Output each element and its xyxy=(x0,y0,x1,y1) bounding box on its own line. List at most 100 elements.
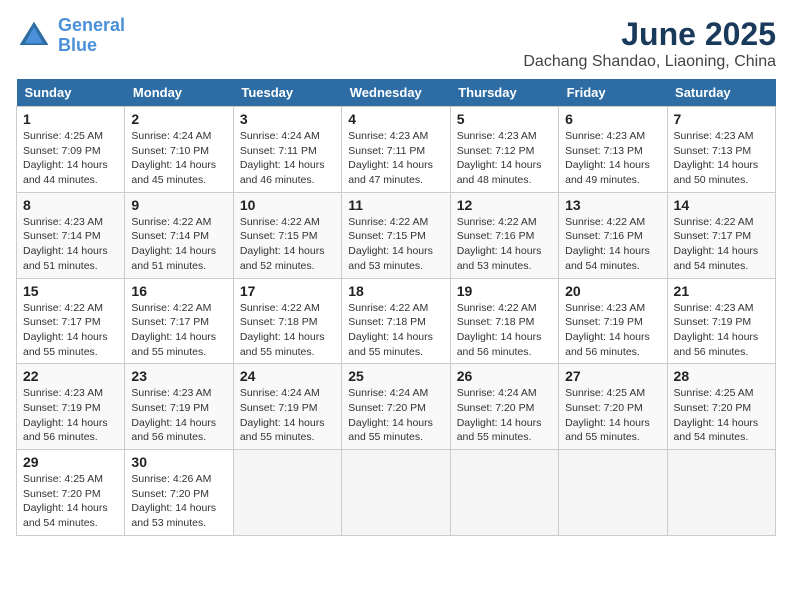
day-info: Sunrise: 4:23 AMSunset: 7:19 PMDaylight:… xyxy=(674,302,759,358)
table-row: 3 Sunrise: 4:24 AMSunset: 7:11 PMDayligh… xyxy=(233,107,341,193)
day-number: 5 xyxy=(457,111,552,127)
table-row: 18 Sunrise: 4:22 AMSunset: 7:18 PMDaylig… xyxy=(342,278,450,364)
logo: General Blue xyxy=(16,16,125,56)
header-row: Sunday Monday Tuesday Wednesday Thursday… xyxy=(17,79,776,107)
col-tuesday: Tuesday xyxy=(233,79,341,107)
day-number: 1 xyxy=(23,111,118,127)
table-row: 30 Sunrise: 4:26 AMSunset: 7:20 PMDaylig… xyxy=(125,450,233,536)
title-area: June 2025 Dachang Shandao, Liaoning, Chi… xyxy=(523,16,776,71)
day-number: 30 xyxy=(131,454,226,470)
day-number: 6 xyxy=(565,111,660,127)
day-info: Sunrise: 4:22 AMSunset: 7:14 PMDaylight:… xyxy=(131,216,216,272)
table-row xyxy=(342,450,450,536)
day-number: 12 xyxy=(457,197,552,213)
day-info: Sunrise: 4:22 AMSunset: 7:16 PMDaylight:… xyxy=(457,216,542,272)
table-row: 15 Sunrise: 4:22 AMSunset: 7:17 PMDaylig… xyxy=(17,278,125,364)
day-number: 18 xyxy=(348,283,443,299)
page-header: General Blue June 2025 Dachang Shandao, … xyxy=(16,16,776,71)
day-info: Sunrise: 4:23 AMSunset: 7:14 PMDaylight:… xyxy=(23,216,108,272)
table-row: 25 Sunrise: 4:24 AMSunset: 7:20 PMDaylig… xyxy=(342,364,450,450)
day-info: Sunrise: 4:24 AMSunset: 7:20 PMDaylight:… xyxy=(348,387,433,443)
table-row: 22 Sunrise: 4:23 AMSunset: 7:19 PMDaylig… xyxy=(17,364,125,450)
table-row xyxy=(233,450,341,536)
day-info: Sunrise: 4:24 AMSunset: 7:19 PMDaylight:… xyxy=(240,387,325,443)
logo-text: General Blue xyxy=(58,16,125,56)
calendar-week-row: 29 Sunrise: 4:25 AMSunset: 7:20 PMDaylig… xyxy=(17,450,776,536)
day-info: Sunrise: 4:22 AMSunset: 7:17 PMDaylight:… xyxy=(131,302,216,358)
day-info: Sunrise: 4:22 AMSunset: 7:16 PMDaylight:… xyxy=(565,216,650,272)
table-row: 24 Sunrise: 4:24 AMSunset: 7:19 PMDaylig… xyxy=(233,364,341,450)
day-number: 2 xyxy=(131,111,226,127)
day-number: 23 xyxy=(131,368,226,384)
col-thursday: Thursday xyxy=(450,79,558,107)
table-row: 29 Sunrise: 4:25 AMSunset: 7:20 PMDaylig… xyxy=(17,450,125,536)
day-number: 22 xyxy=(23,368,118,384)
table-row: 21 Sunrise: 4:23 AMSunset: 7:19 PMDaylig… xyxy=(667,278,775,364)
day-info: Sunrise: 4:22 AMSunset: 7:18 PMDaylight:… xyxy=(348,302,433,358)
day-number: 25 xyxy=(348,368,443,384)
table-row: 2 Sunrise: 4:24 AMSunset: 7:10 PMDayligh… xyxy=(125,107,233,193)
table-row: 14 Sunrise: 4:22 AMSunset: 7:17 PMDaylig… xyxy=(667,192,775,278)
day-info: Sunrise: 4:25 AMSunset: 7:20 PMDaylight:… xyxy=(23,473,108,529)
location-title: Dachang Shandao, Liaoning, China xyxy=(523,53,776,71)
table-row: 20 Sunrise: 4:23 AMSunset: 7:19 PMDaylig… xyxy=(559,278,667,364)
day-info: Sunrise: 4:23 AMSunset: 7:11 PMDaylight:… xyxy=(348,130,433,186)
day-number: 11 xyxy=(348,197,443,213)
calendar-week-row: 15 Sunrise: 4:22 AMSunset: 7:17 PMDaylig… xyxy=(17,278,776,364)
day-number: 26 xyxy=(457,368,552,384)
day-number: 19 xyxy=(457,283,552,299)
day-info: Sunrise: 4:25 AMSunset: 7:09 PMDaylight:… xyxy=(23,130,108,186)
day-info: Sunrise: 4:23 AMSunset: 7:19 PMDaylight:… xyxy=(131,387,216,443)
day-info: Sunrise: 4:22 AMSunset: 7:15 PMDaylight:… xyxy=(348,216,433,272)
day-number: 3 xyxy=(240,111,335,127)
day-number: 14 xyxy=(674,197,769,213)
day-number: 29 xyxy=(23,454,118,470)
day-info: Sunrise: 4:24 AMSunset: 7:10 PMDaylight:… xyxy=(131,130,216,186)
table-row: 11 Sunrise: 4:22 AMSunset: 7:15 PMDaylig… xyxy=(342,192,450,278)
day-number: 21 xyxy=(674,283,769,299)
table-row: 26 Sunrise: 4:24 AMSunset: 7:20 PMDaylig… xyxy=(450,364,558,450)
day-info: Sunrise: 4:22 AMSunset: 7:18 PMDaylight:… xyxy=(240,302,325,358)
col-wednesday: Wednesday xyxy=(342,79,450,107)
day-number: 27 xyxy=(565,368,660,384)
table-row: 8 Sunrise: 4:23 AMSunset: 7:14 PMDayligh… xyxy=(17,192,125,278)
logo-blue: Blue xyxy=(58,35,97,55)
col-saturday: Saturday xyxy=(667,79,775,107)
day-info: Sunrise: 4:23 AMSunset: 7:19 PMDaylight:… xyxy=(565,302,650,358)
day-info: Sunrise: 4:22 AMSunset: 7:15 PMDaylight:… xyxy=(240,216,325,272)
table-row: 5 Sunrise: 4:23 AMSunset: 7:12 PMDayligh… xyxy=(450,107,558,193)
month-title: June 2025 xyxy=(523,16,776,53)
day-number: 24 xyxy=(240,368,335,384)
col-sunday: Sunday xyxy=(17,79,125,107)
calendar-week-row: 1 Sunrise: 4:25 AMSunset: 7:09 PMDayligh… xyxy=(17,107,776,193)
logo-icon xyxy=(16,18,52,54)
day-number: 9 xyxy=(131,197,226,213)
table-row xyxy=(559,450,667,536)
table-row: 17 Sunrise: 4:22 AMSunset: 7:18 PMDaylig… xyxy=(233,278,341,364)
table-row: 19 Sunrise: 4:22 AMSunset: 7:18 PMDaylig… xyxy=(450,278,558,364)
day-number: 28 xyxy=(674,368,769,384)
table-row: 28 Sunrise: 4:25 AMSunset: 7:20 PMDaylig… xyxy=(667,364,775,450)
day-info: Sunrise: 4:23 AMSunset: 7:13 PMDaylight:… xyxy=(674,130,759,186)
day-info: Sunrise: 4:22 AMSunset: 7:17 PMDaylight:… xyxy=(23,302,108,358)
table-row: 12 Sunrise: 4:22 AMSunset: 7:16 PMDaylig… xyxy=(450,192,558,278)
calendar-table: Sunday Monday Tuesday Wednesday Thursday… xyxy=(16,79,776,536)
day-info: Sunrise: 4:24 AMSunset: 7:20 PMDaylight:… xyxy=(457,387,542,443)
day-info: Sunrise: 4:23 AMSunset: 7:19 PMDaylight:… xyxy=(23,387,108,443)
day-number: 15 xyxy=(23,283,118,299)
table-row: 6 Sunrise: 4:23 AMSunset: 7:13 PMDayligh… xyxy=(559,107,667,193)
table-row: 13 Sunrise: 4:22 AMSunset: 7:16 PMDaylig… xyxy=(559,192,667,278)
day-info: Sunrise: 4:23 AMSunset: 7:13 PMDaylight:… xyxy=(565,130,650,186)
col-monday: Monday xyxy=(125,79,233,107)
table-row: 16 Sunrise: 4:22 AMSunset: 7:17 PMDaylig… xyxy=(125,278,233,364)
calendar-week-row: 8 Sunrise: 4:23 AMSunset: 7:14 PMDayligh… xyxy=(17,192,776,278)
day-info: Sunrise: 4:26 AMSunset: 7:20 PMDaylight:… xyxy=(131,473,216,529)
table-row xyxy=(450,450,558,536)
table-row: 27 Sunrise: 4:25 AMSunset: 7:20 PMDaylig… xyxy=(559,364,667,450)
col-friday: Friday xyxy=(559,79,667,107)
table-row xyxy=(667,450,775,536)
day-number: 8 xyxy=(23,197,118,213)
table-row: 23 Sunrise: 4:23 AMSunset: 7:19 PMDaylig… xyxy=(125,364,233,450)
day-info: Sunrise: 4:25 AMSunset: 7:20 PMDaylight:… xyxy=(565,387,650,443)
day-info: Sunrise: 4:25 AMSunset: 7:20 PMDaylight:… xyxy=(674,387,759,443)
